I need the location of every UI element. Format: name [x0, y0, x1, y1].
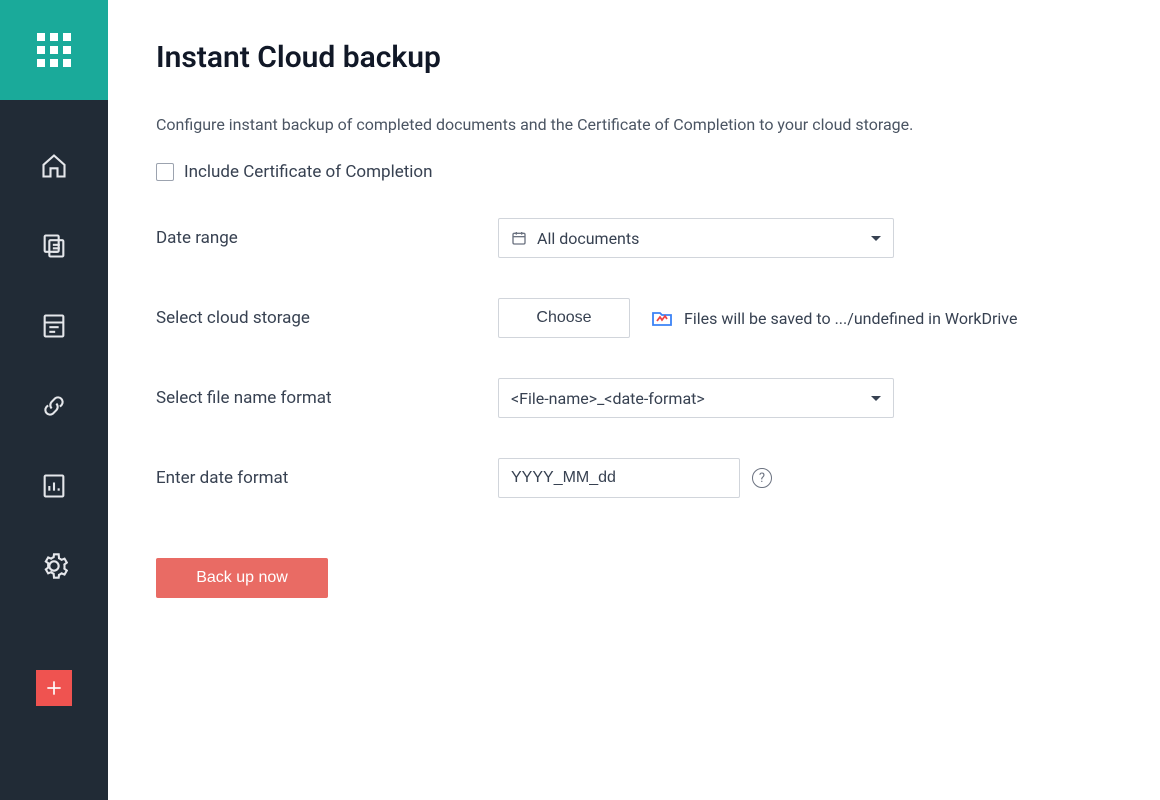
- chevron-down-icon: [871, 396, 881, 401]
- link-icon[interactable]: [38, 390, 70, 422]
- include-certificate-label: Include Certificate of Completion: [184, 162, 433, 182]
- calendar-icon: [511, 230, 527, 246]
- sidebar: [0, 0, 108, 800]
- reports-icon[interactable]: [38, 470, 70, 502]
- page-description: Configure instant backup of completed do…: [156, 115, 1112, 134]
- cloud-storage-label: Select cloud storage: [156, 308, 498, 328]
- date-range-label: Date range: [156, 228, 498, 248]
- workdrive-icon: [650, 306, 674, 330]
- storage-info-text: Files will be saved to .../undefined in …: [684, 309, 1017, 328]
- date-format-label: Enter date format: [156, 468, 498, 488]
- date-range-value: All documents: [537, 229, 871, 248]
- cloud-storage-row: Select cloud storage Choose Files will b…: [156, 298, 1112, 338]
- apps-grid-icon: [37, 33, 71, 67]
- filename-format-select[interactable]: <File-name>_<date-format>: [498, 378, 894, 418]
- nav-items: [36, 100, 72, 706]
- filename-format-label: Select file name format: [156, 388, 498, 408]
- include-certificate-row: Include Certificate of Completion: [156, 162, 1112, 182]
- documents-icon[interactable]: [38, 230, 70, 262]
- date-format-input[interactable]: [498, 458, 740, 498]
- main-content: Instant Cloud backup Configure instant b…: [108, 0, 1160, 800]
- add-button[interactable]: [36, 670, 72, 706]
- home-icon[interactable]: [38, 150, 70, 182]
- filename-format-value: <File-name>_<date-format>: [511, 389, 871, 408]
- page-title: Instant Cloud backup: [156, 40, 1112, 75]
- templates-icon[interactable]: [38, 310, 70, 342]
- date-format-row: Enter date format ?: [156, 458, 1112, 498]
- filename-format-row: Select file name format <File-name>_<dat…: [156, 378, 1112, 418]
- app-switcher[interactable]: [0, 0, 108, 100]
- chevron-down-icon: [871, 236, 881, 241]
- choose-storage-button[interactable]: Choose: [498, 298, 630, 338]
- date-range-select[interactable]: All documents: [498, 218, 894, 258]
- include-certificate-checkbox[interactable]: [156, 163, 174, 181]
- help-icon[interactable]: ?: [752, 468, 772, 488]
- date-range-row: Date range All documents: [156, 218, 1112, 258]
- backup-now-button[interactable]: Back up now: [156, 558, 328, 598]
- storage-info: Files will be saved to .../undefined in …: [650, 306, 1017, 330]
- settings-icon[interactable]: [38, 550, 70, 582]
